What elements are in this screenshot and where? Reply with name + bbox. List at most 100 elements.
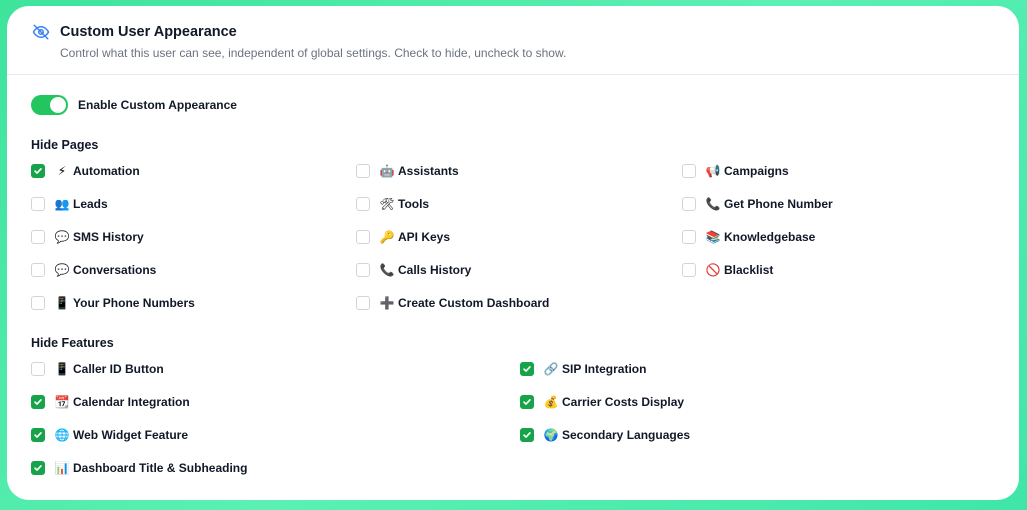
phone-icon: 📞 xyxy=(705,197,721,211)
hide-pages-title: Hide Pages xyxy=(31,138,99,152)
option-dashboard-title-and-subheading[interactable]: 📊 Dashboard Title & Subheading xyxy=(31,460,247,476)
checkbox-sip-integration[interactable] xyxy=(520,362,534,376)
mobile-phone-icon: 📱 xyxy=(54,296,70,310)
checkmark-icon xyxy=(34,432,42,438)
option-label: Conversations xyxy=(73,263,157,277)
option-calendar-integration[interactable]: 📆 Calendar Integration xyxy=(31,394,190,410)
option-calls-history[interactable]: 📞 Calls History xyxy=(356,262,471,278)
option-label: Your Phone Numbers xyxy=(73,296,195,310)
option-label: Calls History xyxy=(398,263,472,277)
checkmark-icon xyxy=(34,465,42,471)
option-campaigns[interactable]: 📢 Campaigns xyxy=(682,163,789,179)
checkbox-web-widget-feature[interactable] xyxy=(31,428,45,442)
checkbox-automation[interactable] xyxy=(31,164,45,178)
eye-off-icon xyxy=(32,24,50,40)
people-icon: 👥 xyxy=(54,197,70,211)
prohibited-icon: 🚫 xyxy=(705,263,721,277)
checkbox-calls-history[interactable] xyxy=(356,263,370,277)
checkbox-sms-history[interactable] xyxy=(31,230,45,244)
option-label: Blacklist xyxy=(724,263,774,277)
speech-bubble-icon: 💬 xyxy=(54,263,70,277)
page-subtitle: Control what this user can see, independ… xyxy=(60,46,567,60)
link-icon: 🔗 xyxy=(543,362,559,376)
speech-bubble-icon: 💬 xyxy=(54,230,70,244)
checkbox-get-phone-number[interactable] xyxy=(682,197,696,211)
option-blacklist[interactable]: 🚫 Blacklist xyxy=(682,262,773,278)
key-icon: 🔑 xyxy=(379,230,395,244)
option-label: Create Custom Dashboard xyxy=(398,296,550,310)
checkmark-icon xyxy=(34,168,42,174)
hide-features-title: Hide Features xyxy=(31,336,114,350)
option-assistants[interactable]: 🤖 Assistants xyxy=(356,163,459,179)
option-api-keys[interactable]: 🔑 API Keys xyxy=(356,229,450,245)
option-label: Get Phone Number xyxy=(724,197,833,211)
option-label: Carrier Costs Display xyxy=(562,395,685,409)
option-sms-history[interactable]: 💬 SMS History xyxy=(31,229,144,245)
checkmark-icon xyxy=(523,399,531,405)
checkbox-campaigns[interactable] xyxy=(682,164,696,178)
card-header: Custom User Appearance Control what this… xyxy=(7,6,1019,75)
books-icon: 📚 xyxy=(705,230,721,244)
enable-custom-appearance-label: Enable Custom Appearance xyxy=(78,98,237,112)
option-caller-id-button[interactable]: 📱 Caller ID Button xyxy=(31,361,164,377)
custom-appearance-card: Custom User Appearance Control what this… xyxy=(7,6,1019,500)
mobile-phone-icon: 📱 xyxy=(54,362,70,376)
page-title: Custom User Appearance xyxy=(60,24,237,40)
lightning-icon: ⚡ xyxy=(57,164,67,178)
checkbox-knowledgebase[interactable] xyxy=(682,230,696,244)
option-label: Calendar Integration xyxy=(73,395,190,409)
checkbox-calendar-integration[interactable] xyxy=(31,395,45,409)
robot-icon: 🤖 xyxy=(379,164,395,178)
option-label: SMS History xyxy=(73,230,144,244)
checkmark-icon xyxy=(523,432,531,438)
option-label: SIP Integration xyxy=(562,362,647,376)
option-label: Dashboard Title & Subheading xyxy=(73,461,248,475)
option-your-phone-numbers[interactable]: 📱 Your Phone Numbers xyxy=(31,295,195,311)
globe-icon: 🌐 xyxy=(54,428,70,442)
checkbox-carrier-costs-display[interactable] xyxy=(520,395,534,409)
checkbox-leads[interactable] xyxy=(31,197,45,211)
money-bag-icon: 💰 xyxy=(543,395,559,409)
option-knowledgebase[interactable]: 📚 Knowledgebase xyxy=(682,229,815,245)
tools-icon: 🛠 xyxy=(379,197,395,211)
enable-custom-appearance-toggle[interactable] xyxy=(31,95,68,115)
toggle-knob xyxy=(50,97,66,113)
option-leads[interactable]: 👥 Leads xyxy=(31,196,108,212)
option-get-phone-number[interactable]: 📞 Get Phone Number xyxy=(682,196,833,212)
option-label: Leads xyxy=(73,197,108,211)
option-conversations[interactable]: 💬 Conversations xyxy=(31,262,156,278)
option-sip-integration[interactable]: 🔗 SIP Integration xyxy=(520,361,646,377)
checkbox-blacklist[interactable] xyxy=(682,263,696,277)
bar-chart-icon: 📊 xyxy=(54,461,70,475)
option-label: Assistants xyxy=(398,164,459,178)
option-label: Campaigns xyxy=(724,164,789,178)
checkbox-your-phone-numbers[interactable] xyxy=(31,296,45,310)
checkbox-api-keys[interactable] xyxy=(356,230,370,244)
checkbox-caller-id-button[interactable] xyxy=(31,362,45,376)
option-carrier-costs-display[interactable]: 💰 Carrier Costs Display xyxy=(520,394,684,410)
plus-icon: ➕ xyxy=(379,296,395,310)
checkbox-create-custom-dashboard[interactable] xyxy=(356,296,370,310)
earth-icon: 🌍 xyxy=(543,428,559,442)
option-label: Web Widget Feature xyxy=(73,428,189,442)
checkbox-conversations[interactable] xyxy=(31,263,45,277)
checkbox-assistants[interactable] xyxy=(356,164,370,178)
option-label: Caller ID Button xyxy=(73,362,164,376)
option-label: Tools xyxy=(398,197,430,211)
option-web-widget-feature[interactable]: 🌐 Web Widget Feature xyxy=(31,427,188,443)
option-automation[interactable]: ⚡ Automation xyxy=(31,163,140,179)
checkbox-secondary-languages[interactable] xyxy=(520,428,534,442)
option-secondary-languages[interactable]: 🌍 Secondary Languages xyxy=(520,427,690,443)
checkbox-tools[interactable] xyxy=(356,197,370,211)
option-create-custom-dashboard[interactable]: ➕ Create Custom Dashboard xyxy=(356,295,549,311)
calendar-icon: 📆 xyxy=(54,395,70,409)
option-label: Secondary Languages xyxy=(562,428,691,442)
option-label: Automation xyxy=(73,164,140,178)
option-tools[interactable]: 🛠 Tools xyxy=(356,196,429,212)
megaphone-icon: 📢 xyxy=(705,164,721,178)
checkmark-icon xyxy=(523,366,531,372)
option-label: API Keys xyxy=(398,230,451,244)
checkmark-icon xyxy=(34,399,42,405)
checkbox-dashboard-title-and-subheading[interactable] xyxy=(31,461,45,475)
enable-custom-appearance-row: Enable Custom Appearance xyxy=(31,95,237,115)
